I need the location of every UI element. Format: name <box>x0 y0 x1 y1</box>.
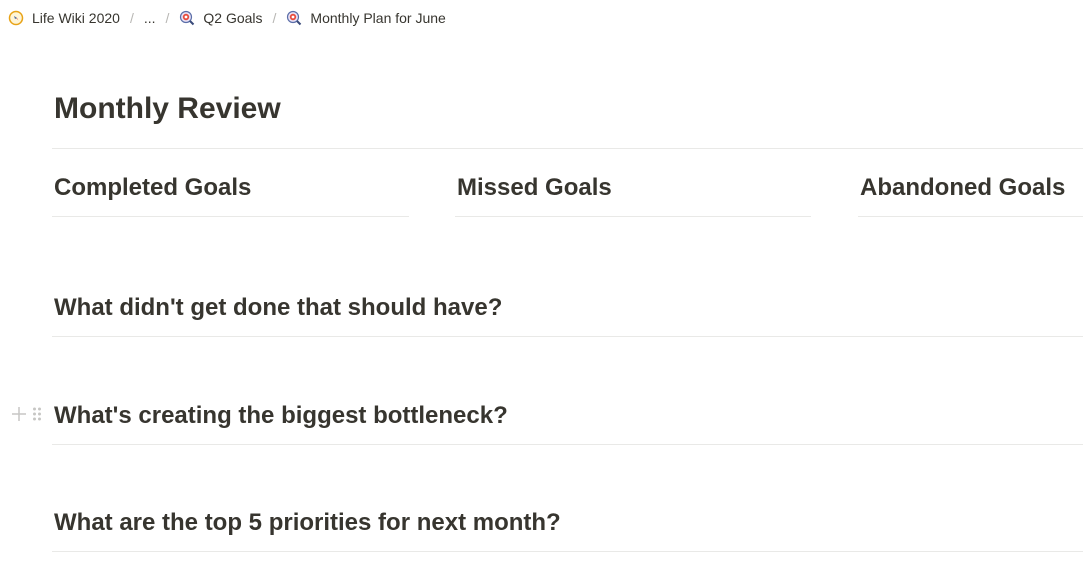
column-heading-completed[interactable]: Completed Goals <box>54 174 251 202</box>
page: Life Wiki 2020 / ... / Q2 Goals / Monthl… <box>0 0 1083 570</box>
target-magnifier-icon <box>179 10 195 26</box>
divider <box>52 148 1083 149</box>
divider <box>52 551 1083 552</box>
breadcrumb-separator: / <box>129 10 134 26</box>
breadcrumb-label: Life Wiki 2020 <box>32 10 120 26</box>
question-heading[interactable]: What's creating the biggest bottleneck? <box>54 402 508 430</box>
breadcrumb-item-life-wiki[interactable]: Life Wiki 2020 <box>6 10 122 26</box>
question-heading[interactable]: What are the top 5 priorities for next m… <box>54 509 561 537</box>
breadcrumb-item-q2-goals[interactable]: Q2 Goals <box>177 10 264 26</box>
target-magnifier-icon <box>286 10 302 26</box>
breadcrumb-label: Monthly Plan for June <box>310 10 446 26</box>
divider <box>52 444 1083 445</box>
column-divider <box>858 216 1083 217</box>
page-heading[interactable]: Monthly Review <box>54 92 281 126</box>
breadcrumb-label: ... <box>143 10 156 26</box>
divider <box>52 336 1083 337</box>
column-heading-abandoned[interactable]: Abandoned Goals <box>860 174 1065 202</box>
column-divider <box>52 216 409 217</box>
breadcrumb: Life Wiki 2020 / ... / Q2 Goals / Monthl… <box>6 7 448 29</box>
compass-icon <box>8 10 24 26</box>
block-handle <box>11 406 42 427</box>
column-heading-missed[interactable]: Missed Goals <box>457 174 612 202</box>
breadcrumb-label: Q2 Goals <box>203 10 263 26</box>
drag-handle-icon[interactable] <box>32 406 42 427</box>
breadcrumb-item-ellipsis[interactable]: ... <box>142 10 158 26</box>
question-heading[interactable]: What didn't get done that should have? <box>54 294 502 322</box>
breadcrumb-separator: / <box>165 10 170 26</box>
plus-icon[interactable] <box>11 406 27 427</box>
breadcrumb-separator: / <box>272 10 277 26</box>
breadcrumb-item-monthly-plan[interactable]: Monthly Plan for June <box>284 10 447 26</box>
column-divider <box>455 216 811 217</box>
